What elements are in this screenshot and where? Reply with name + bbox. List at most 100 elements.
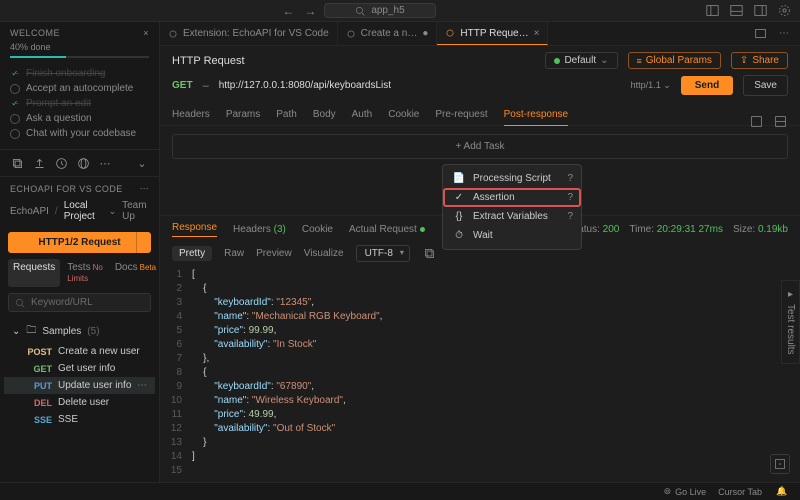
welcome-progress-label: 40% done [10,42,149,52]
welcome-item[interactable]: Chat with your codebase [10,126,149,141]
request-tab[interactable]: Pre-request [435,104,487,125]
help-icon[interactable]: ? [567,173,573,184]
response-tab[interactable]: Headers (3) [233,224,286,235]
check-icon [10,84,20,94]
item-icon: 📄 [453,173,465,184]
tree-request-item[interactable]: POSTCreate a new user [4,343,155,360]
view-mode[interactable]: Pretty [172,246,212,261]
tree-request-item[interactable]: PUTUpdate user info⋯ [4,377,155,394]
search-icon [355,6,365,16]
share-icon: ⇪ [740,55,748,66]
welcome-item[interactable]: ✓Prompt an edit [10,96,149,111]
request-tab[interactable]: Body [313,104,336,125]
team-up-link[interactable]: Team Up [122,200,149,222]
request-url[interactable]: http://127.0.0.1:8080/api/keyboardsList [219,80,391,91]
settings-icon[interactable] [776,3,792,19]
global-params-button[interactable]: ≡Global Params [628,52,721,69]
upload-icon[interactable] [32,156,46,170]
globe-icon[interactable] [76,156,90,170]
editor-tab[interactable]: Extension: EchoAPI for VS Code [160,22,338,45]
cursor-tab-button[interactable]: Cursor Tab [718,487,762,497]
request-tab[interactable]: Cookie [388,104,419,125]
tab-more-icon[interactable]: ⋯ [776,26,792,42]
copy-icon[interactable] [422,246,438,262]
response-tab[interactable]: Actual Request [349,224,428,235]
scroll-target-icon[interactable] [770,454,790,474]
dropdown-item[interactable]: 📄Processing Script? [443,169,581,188]
breadcrumb[interactable]: EchoAPI / Local Project ⌄ Team Up [0,196,159,226]
side-tab[interactable]: DocsBeta [110,259,161,287]
env-selector[interactable]: Default⌄ [545,52,617,69]
help-icon[interactable]: ? [567,211,573,222]
add-task-button[interactable]: + Add Task [172,134,788,159]
request-tree: ⌄ 🗀 Samples (5) POSTCreate a new userGET… [0,318,159,428]
item-more-icon[interactable]: ⋯ [137,380,147,391]
more-icon[interactable]: ⋯ [98,156,112,170]
tab-split-icon[interactable] [752,26,768,42]
folder-name: Samples [42,326,81,337]
new-request-button[interactable]: HTTP1/2 Request [8,232,151,253]
side-tab[interactable]: TestsNo Limits [62,259,108,287]
bell-icon[interactable]: 🔔 [774,484,790,500]
dropdown-item[interactable]: ⏱Wait [443,226,581,245]
chevron-down-icon[interactable]: ⌄ [135,156,149,170]
request-tabs: Headers Params Path Body Auth Cookie Pre-reque… [160,104,800,126]
panel-icon[interactable] [728,3,744,19]
tree-search[interactable]: Keyword/URL [8,293,151,312]
side-tabs: RequestsTestsNo LimitsDocsBeta [0,259,159,291]
response-tab[interactable]: Response [172,222,217,237]
search-text: app_h5 [371,5,404,16]
help-icon[interactable]: ? [567,192,573,203]
send-button[interactable]: Send [681,76,733,95]
method-badge: GET [26,364,52,374]
tree-request-item[interactable]: GETGet user info [4,360,155,377]
close-icon[interactable]: × [534,28,540,39]
dropdown-item[interactable]: ✓Assertion? [443,188,581,207]
status-dot-icon [554,58,560,64]
welcome-item[interactable]: Accept an autocomplete [10,81,149,96]
tree-folder[interactable]: ⌄ 🗀 Samples (5) [4,320,155,343]
view-mode[interactable]: Raw [224,248,244,259]
split-icon[interactable] [752,3,768,19]
dropdown-item[interactable]: {}Extract Variables? [443,207,581,226]
protocol-selector[interactable]: http/1.1 ⌄ [631,80,671,91]
method-badge: DEL [26,398,52,408]
view-mode[interactable]: Visualize [304,248,344,259]
clock-icon[interactable] [54,156,68,170]
request-tab[interactable]: Path [276,104,297,125]
section-more-icon[interactable]: ⋯ [140,183,149,194]
toolbar-row: ⋯ ⌄ [0,150,159,177]
response-tab[interactable]: Cookie [302,224,333,235]
copy-icon[interactable] [10,156,24,170]
nav-back-icon[interactable]: ← [280,3,296,19]
http-method[interactable]: GET [172,80,193,91]
editor-tab[interactable]: Create a n…● [338,22,438,45]
file-icon [346,29,356,39]
welcome-item[interactable]: ✓Finish onboarding [10,66,149,81]
save-button[interactable]: Save [743,75,788,96]
tree-request-item[interactable]: DELDelete user [4,394,155,411]
welcome-item[interactable]: Ask a question [10,111,149,126]
response-body[interactable]: 1[2 {3 "keyboardId": "12345",4 "name": "… [160,266,800,482]
welcome-close-icon[interactable]: × [143,28,149,38]
layout-icon[interactable] [704,3,720,19]
request-tab[interactable]: Auth [352,104,373,125]
side-tab[interactable]: Requests [8,259,60,287]
method-badge: POST [26,347,52,357]
view-mode[interactable]: Preview [256,248,292,259]
request-tab[interactable]: Headers [172,104,210,125]
command-search[interactable]: app_h5 [324,3,435,18]
share-button[interactable]: ⇪Share [731,52,788,69]
go-live-button[interactable]: ⊚Go Live [664,486,707,497]
test-results-tab[interactable]: ▸ Test results [781,280,800,364]
request-tab[interactable]: Params [226,104,260,125]
tree-request-item[interactable]: SSESSE [4,411,155,428]
editor-tab[interactable]: HTTP Reque…× [437,22,548,45]
nav-fwd-icon[interactable]: → [302,3,318,19]
encoding-selector[interactable]: UTF-8 [356,245,410,262]
request-tab[interactable]: Post-response [504,104,568,126]
check-icon [10,129,20,139]
status-bar: ⊚Go Live Cursor Tab 🔔 [0,482,800,500]
response-size: 0.19kb [758,224,788,235]
sidebar: WELCOME × 40% done ✓Finish onboardingAcc… [0,22,160,482]
